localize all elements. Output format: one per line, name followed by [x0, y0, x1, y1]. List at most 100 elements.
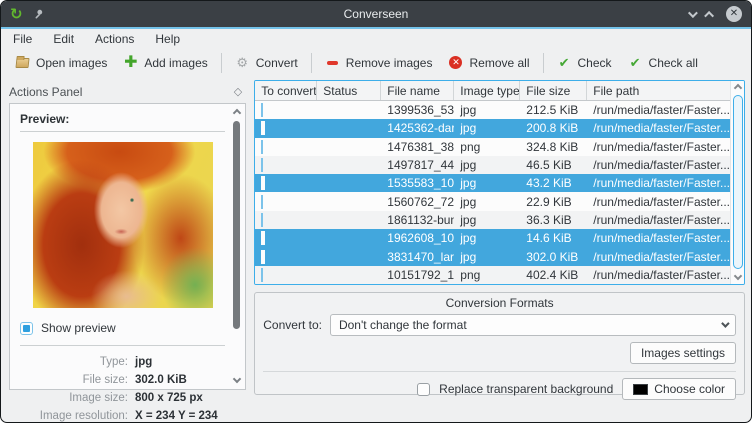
to-convert-checkbox[interactable] — [261, 158, 263, 172]
cell-image-type: jpg — [454, 158, 520, 172]
scroll-track[interactable] — [232, 119, 241, 373]
right-column: To convert Status File name Image type F… — [254, 80, 745, 422]
actions-panel-title: Actions Panel — [9, 85, 82, 99]
check-label: Check — [578, 56, 612, 70]
table-row[interactable]: 1476381_389... png 324.8 KiB /run/media/… — [255, 138, 730, 156]
replace-background-checkbox[interactable] — [417, 383, 430, 396]
table-row[interactable]: 1425362-dart... jpg 200.8 KiB /run/media… — [255, 119, 730, 137]
table-scroll-thumb[interactable] — [733, 95, 743, 269]
check-all-icon: ✔ — [628, 56, 643, 70]
info-filesize-label: File size: — [20, 374, 128, 386]
cell-file-name: 1425362-dart... — [381, 121, 454, 135]
cell-file-name: 1560762_722... — [381, 195, 454, 209]
col-header-file-size[interactable]: File size — [520, 81, 587, 100]
toolbar-separator — [311, 53, 312, 73]
images-settings-button[interactable]: Images settings — [630, 342, 736, 364]
show-preview-checkbox[interactable] — [20, 322, 33, 335]
remove-all-label: Remove all — [469, 56, 529, 70]
convert-button[interactable]: ⚙ Convert — [227, 52, 306, 74]
show-preview-label: Show preview — [41, 321, 116, 335]
menu-help[interactable]: Help — [155, 32, 180, 46]
to-convert-checkbox[interactable] — [261, 103, 263, 117]
replace-background-label: Replace transparent background — [439, 382, 613, 396]
remove-images-label: Remove images — [346, 56, 433, 70]
info-imagesize-label: Image size: — [20, 392, 128, 404]
to-convert-checkbox[interactable] — [261, 213, 263, 227]
cell-image-type: jpg — [454, 176, 520, 190]
table-scroll-down-icon[interactable] — [733, 272, 741, 280]
add-images-button[interactable]: ✚ Add images — [115, 52, 215, 74]
to-convert-checkbox[interactable] — [261, 268, 263, 282]
show-preview-row[interactable]: Show preview — [20, 321, 225, 335]
scroll-up-icon[interactable] — [233, 109, 241, 117]
close-icon[interactable]: ✕ — [726, 6, 742, 22]
menu-edit[interactable]: Edit — [53, 32, 74, 46]
cell-file-size: 14.6 KiB — [520, 231, 587, 245]
titlebar[interactable]: ↻ Converseen ✕ — [1, 1, 751, 27]
to-convert-checkbox[interactable] — [261, 176, 265, 190]
cell-image-type: jpg — [454, 250, 520, 264]
table-row[interactable]: 1399536_532... jpg 212.5 KiB /run/media/… — [255, 101, 730, 119]
float-panel-icon[interactable]: ◇ — [234, 85, 242, 98]
remove-all-button[interactable]: ✕ Remove all — [440, 52, 537, 74]
col-header-file-path[interactable]: File path — [587, 81, 730, 100]
cell-file-name: 1399536_532... — [381, 103, 454, 117]
image-info: Type: jpg File size: 302.0 KiB Image siz… — [20, 356, 225, 422]
col-header-status[interactable]: Status — [317, 81, 381, 100]
cell-file-name: 1497817_443... — [381, 158, 454, 172]
check-button[interactable]: ✔ Check — [549, 52, 620, 74]
to-convert-checkbox[interactable] — [261, 121, 265, 135]
main-area: Actions Panel ◇ Preview: Show preview Ty… — [1, 77, 751, 422]
maximize-icon[interactable] — [704, 10, 714, 20]
table-row[interactable]: 10151792_14... png 402.4 KiB /run/media/… — [255, 266, 730, 284]
cell-file-size: 212.5 KiB — [520, 103, 587, 117]
minimize-icon[interactable] — [688, 8, 698, 18]
table-scrollbar[interactable] — [730, 81, 744, 284]
check-icon: ✔ — [557, 56, 572, 70]
scroll-down-icon[interactable] — [233, 375, 241, 383]
format-combobox[interactable]: Don't change the format — [330, 314, 736, 336]
cell-file-size: 43.2 KiB — [520, 176, 587, 190]
remove-all-icon: ✕ — [448, 56, 463, 70]
menu-actions[interactable]: Actions — [95, 32, 134, 46]
divider — [20, 345, 225, 346]
add-images-label: Add images — [144, 56, 207, 70]
check-all-button[interactable]: ✔ Check all — [620, 52, 706, 74]
col-header-file-name[interactable]: File name — [381, 81, 454, 100]
table-row[interactable]: 1497817_443... jpg 46.5 KiB /run/media/f… — [255, 156, 730, 174]
table-row[interactable]: 1861132-bun... jpg 36.3 KiB /run/media/f… — [255, 211, 730, 229]
table-row[interactable]: 3831470_larg... jpg 302.0 KiB /run/media… — [255, 247, 730, 265]
app-icon: ↻ — [10, 7, 23, 22]
cell-file-path: /run/media/faster/Faster... — [587, 213, 730, 227]
col-header-image-type[interactable]: Image type — [454, 81, 520, 100]
table-scroll-track[interactable] — [732, 94, 744, 270]
choose-color-button[interactable]: Choose color — [622, 378, 736, 400]
cell-file-size: 36.3 KiB — [520, 213, 587, 227]
table-row[interactable]: 1560762_722... jpg 22.9 KiB /run/media/f… — [255, 192, 730, 210]
pin-icon — [32, 8, 44, 20]
cell-file-size: 402.4 KiB — [520, 268, 587, 282]
to-convert-checkbox[interactable] — [261, 231, 265, 245]
table-row[interactable]: 1535583_102... jpg 43.2 KiB /run/media/f… — [255, 174, 730, 192]
scroll-thumb[interactable] — [233, 121, 240, 329]
cell-image-type: png — [454, 268, 520, 282]
window-title: Converseen — [1, 7, 751, 21]
col-header-to-convert[interactable]: To convert — [255, 81, 317, 100]
to-convert-checkbox[interactable] — [261, 195, 263, 209]
info-imagesize-value: 800 x 725 px — [135, 392, 203, 404]
menu-file[interactable]: File — [13, 32, 32, 46]
table-header: To convert Status File name Image type F… — [255, 81, 730, 101]
open-images-button[interactable]: Open images — [7, 52, 115, 74]
cell-file-path: /run/media/faster/Faster... — [587, 231, 730, 245]
table-row[interactable]: 1962608_102... jpg 14.6 KiB /run/media/f… — [255, 229, 730, 247]
cell-file-path: /run/media/faster/Faster... — [587, 268, 730, 282]
panel-scrollbar[interactable] — [231, 106, 242, 387]
cell-file-name: 1535583_102... — [381, 176, 454, 190]
to-convert-checkbox[interactable] — [261, 250, 265, 264]
table-scroll-up-icon[interactable] — [733, 84, 741, 92]
remove-images-button[interactable]: Remove images — [317, 52, 441, 74]
cell-image-type: jpg — [454, 231, 520, 245]
info-type-label: Type: — [20, 356, 128, 368]
to-convert-checkbox[interactable] — [261, 140, 263, 154]
check-all-label: Check all — [649, 56, 698, 70]
